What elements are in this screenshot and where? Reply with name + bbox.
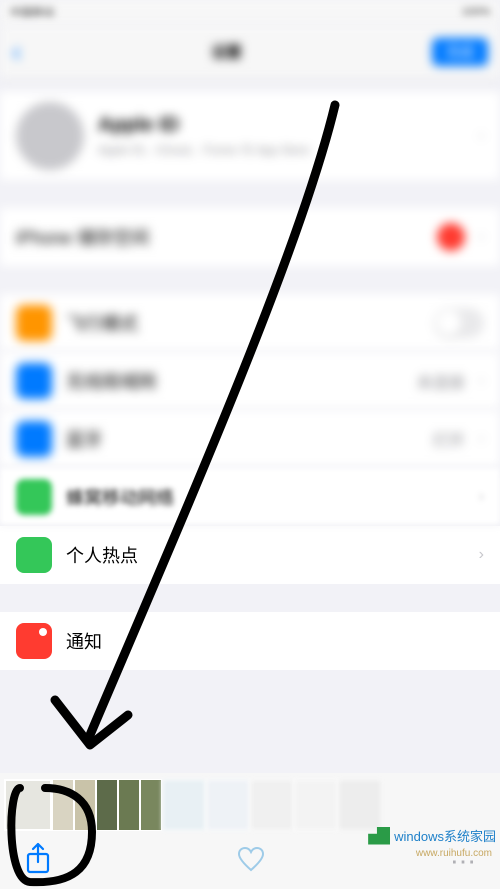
hotspot-row[interactable]: 个人热点 › — [0, 526, 500, 584]
watermark-logo-icon — [368, 827, 390, 845]
notifications-row[interactable]: 通知 — [0, 612, 500, 670]
airplane-label: 飞行模式 — [66, 310, 420, 336]
status-bar: 中国移动 100% — [0, 0, 500, 24]
nav-action-button[interactable]: 完成 — [432, 38, 488, 66]
chevron-right-icon: › — [479, 430, 484, 448]
bluetooth-value: 打开 — [433, 427, 465, 451]
share-icon — [24, 842, 52, 876]
thumbnail[interactable] — [96, 779, 118, 831]
cellular-label: 蜂窝移动网络 — [66, 484, 465, 510]
heart-icon — [237, 846, 265, 872]
thumbnail[interactable] — [162, 779, 206, 831]
thumbnail[interactable] — [250, 779, 294, 831]
airplane-toggle[interactable] — [434, 308, 484, 338]
watermark: windows系统家园 www.ruihufu.com — [368, 826, 496, 845]
nav-title: 设置 — [21, 41, 432, 62]
chevron-right-icon: › — [479, 546, 484, 564]
hotspot-icon — [16, 537, 52, 573]
settings-list: Apple ID Apple ID、iCloud、iTunes 与 App St… — [0, 80, 500, 670]
wifi-icon — [16, 363, 52, 399]
bluetooth-label: 蓝牙 — [66, 426, 419, 452]
bluetooth-icon — [16, 421, 52, 457]
wifi-value: 未连接 — [417, 369, 465, 393]
thumbnail[interactable] — [118, 779, 140, 831]
storage-label: iPhone 储存空间 — [16, 224, 423, 250]
thumbnail[interactable] — [74, 779, 96, 831]
notifications-label: 通知 — [66, 628, 484, 654]
avatar — [16, 102, 84, 170]
chevron-right-icon: › — [479, 372, 484, 390]
hotspot-label: 个人热点 — [66, 542, 465, 568]
chevron-right-icon: › — [479, 228, 484, 246]
status-right: 100% — [462, 6, 490, 18]
chevron-right-icon: › — [479, 127, 484, 145]
storage-row[interactable]: iPhone 储存空间 › — [0, 208, 500, 266]
thumbnail[interactable] — [206, 779, 250, 831]
thumbnail[interactable] — [140, 779, 162, 831]
battery: 100% — [462, 6, 490, 18]
thumbnail[interactable] — [52, 779, 74, 831]
profile-row[interactable]: Apple ID Apple ID、iCloud、iTunes 与 App St… — [0, 92, 500, 180]
thumbnail[interactable] — [338, 779, 382, 831]
cellular-icon — [16, 479, 52, 515]
nav-header: ‹ 设置 完成 — [0, 24, 500, 80]
airplane-row[interactable]: 飞行模式 — [0, 294, 500, 352]
favorite-button[interactable] — [237, 846, 265, 877]
status-left: 中国移动 — [10, 4, 54, 20]
thumbnail[interactable] — [294, 779, 338, 831]
thumbnail-strip[interactable] — [0, 777, 500, 833]
cellular-row[interactable]: 蜂窝移动网络 › — [0, 468, 500, 526]
carrier: 中国移动 — [10, 4, 54, 20]
wifi-row[interactable]: 无线局域网 未连接 › — [0, 352, 500, 410]
chevron-right-icon: › — [479, 488, 484, 506]
airplane-icon — [16, 305, 52, 341]
share-button[interactable] — [24, 842, 52, 881]
wifi-label: 无线局域网 — [66, 368, 403, 394]
bluetooth-row[interactable]: 蓝牙 打开 › — [0, 410, 500, 468]
watermark-url: www.ruihufu.com — [416, 848, 492, 859]
badge-icon — [437, 223, 465, 251]
thumbnail[interactable] — [4, 779, 52, 831]
back-icon[interactable]: ‹ — [12, 36, 21, 68]
notification-icon — [16, 623, 52, 659]
profile-name: Apple ID — [98, 114, 465, 137]
watermark-text: windows系统家园 — [394, 826, 496, 845]
profile-sub: Apple ID、iCloud、iTunes 与 App Store — [98, 141, 465, 158]
